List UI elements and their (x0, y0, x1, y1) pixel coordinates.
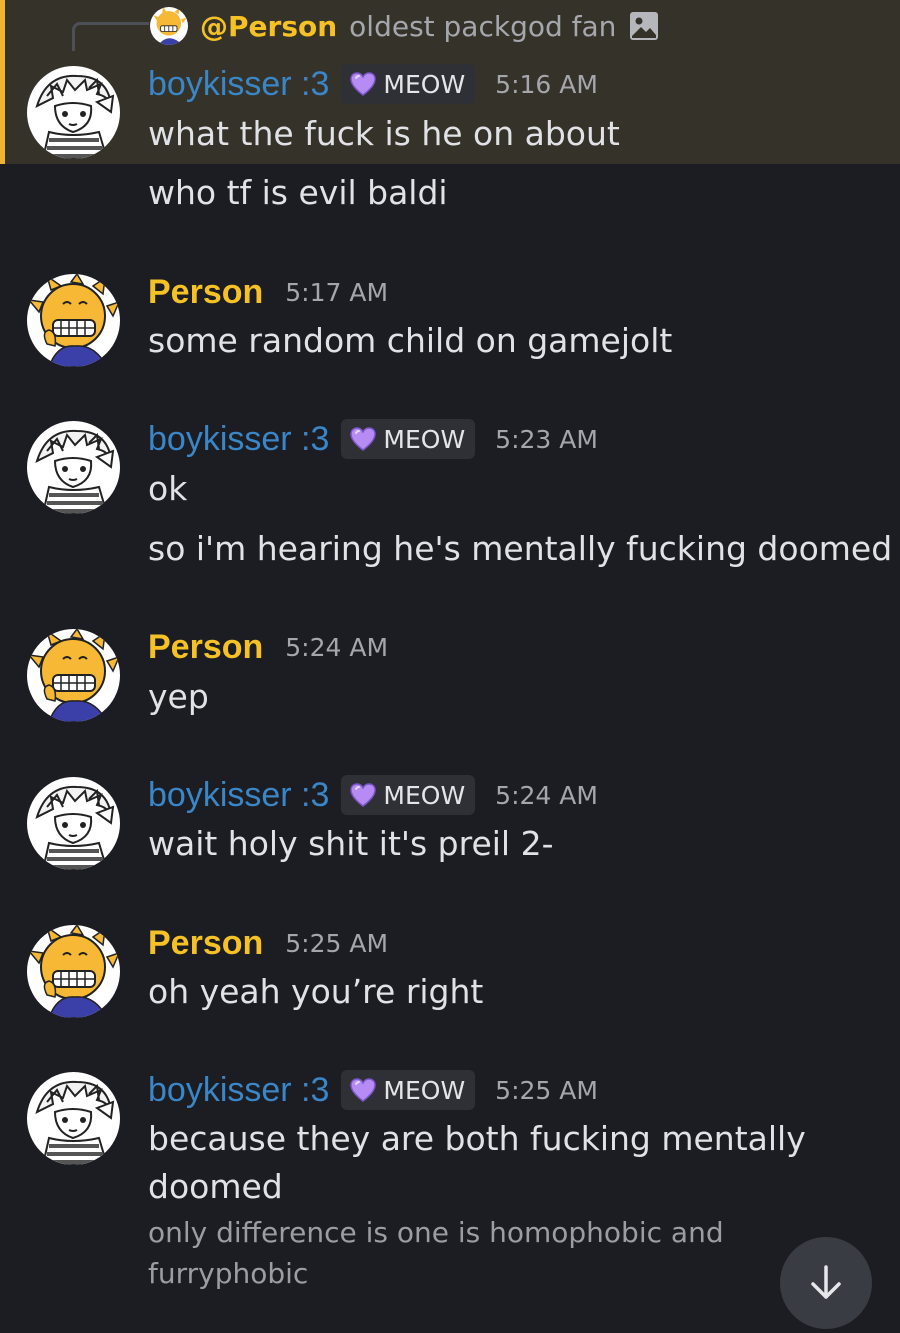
server-tag[interactable]: MEOW (341, 775, 476, 815)
purple-heart-icon (349, 782, 377, 808)
message-header: boykisser :3 MEOW 5:24 AM (148, 773, 598, 817)
message-header: Person 5:25 AM (148, 921, 388, 965)
purple-heart-icon (349, 71, 377, 97)
avatar[interactable] (27, 421, 120, 514)
timestamp: 5:24 AM (495, 780, 598, 810)
username[interactable]: Person (148, 270, 263, 314)
avatar[interactable] (27, 274, 120, 367)
message-text: doomed (148, 1167, 283, 1206)
reply-avatar[interactable] (150, 7, 188, 45)
message-text: some random child on gamejolt (148, 321, 673, 360)
server-tag-label: MEOW (383, 69, 466, 99)
timestamp: 5:24 AM (285, 632, 389, 662)
message-header: Person 5:17 AM (148, 270, 388, 314)
message-text: wait holy shit it's preil 2- (148, 824, 554, 863)
message-text: oh yeah you’re right (148, 972, 484, 1011)
server-tag-label: MEOW (383, 1075, 466, 1105)
username[interactable]: boykisser :3 (148, 62, 329, 106)
server-tag-label: MEOW (383, 424, 466, 454)
arrow-down-icon (811, 1265, 841, 1299)
message-text: because they are both fucking mentally (148, 1119, 806, 1158)
timestamp: 5:17 AM (285, 277, 389, 307)
message-subtext: furryphobic (148, 1257, 309, 1290)
purple-heart-icon (349, 426, 377, 452)
username[interactable]: boykisser :3 (148, 417, 329, 461)
avatar[interactable] (27, 66, 120, 159)
scroll-to-bottom-button[interactable] (780, 1237, 872, 1329)
avatar[interactable] (27, 925, 120, 1018)
username[interactable]: boykisser :3 (148, 773, 329, 817)
server-tag[interactable]: MEOW (341, 1070, 476, 1110)
timestamp: 5:25 AM (285, 928, 389, 958)
reply-connector (72, 22, 149, 51)
timestamp: 5:23 AM (495, 424, 598, 454)
username[interactable]: Person (148, 625, 263, 669)
reply-text: oldest packgod fan (349, 9, 617, 43)
message-text: so i'm hearing he's mentally fucking doo… (148, 529, 893, 568)
server-tag-label: MEOW (383, 780, 466, 810)
server-tag[interactable]: MEOW (341, 419, 476, 459)
avatar[interactable] (27, 777, 120, 870)
username[interactable]: boykisser :3 (148, 1068, 329, 1112)
reply-preview[interactable]: @Person oldest packgod fan (150, 6, 660, 46)
username[interactable]: Person (148, 921, 263, 965)
message-header: boykisser :3 MEOW 5:25 AM (148, 1068, 598, 1112)
timestamp: 5:25 AM (495, 1075, 598, 1105)
message-text: who tf is evil baldi (148, 173, 448, 212)
message-header: Person 5:24 AM (148, 625, 388, 669)
timestamp: 5:16 AM (495, 69, 598, 99)
message-text: what the fuck is he on about (148, 114, 620, 153)
message-header: boykisser :3 MEOW 5:23 AM (148, 417, 598, 461)
message-text: yep (148, 677, 209, 716)
avatar[interactable] (27, 629, 120, 722)
message-subtext: only difference is one is homophobic and (148, 1216, 724, 1249)
message-text: ok (148, 469, 188, 508)
image-icon (630, 12, 659, 40)
chat-view: @Person oldest packgod fan boykisser :3 … (0, 0, 900, 1333)
reply-author[interactable]: @Person (200, 10, 337, 43)
server-tag[interactable]: MEOW (341, 64, 476, 104)
purple-heart-icon (349, 1077, 377, 1103)
message-header: boykisser :3 MEOW 5:16 AM (148, 62, 598, 106)
avatar[interactable] (27, 1072, 120, 1165)
